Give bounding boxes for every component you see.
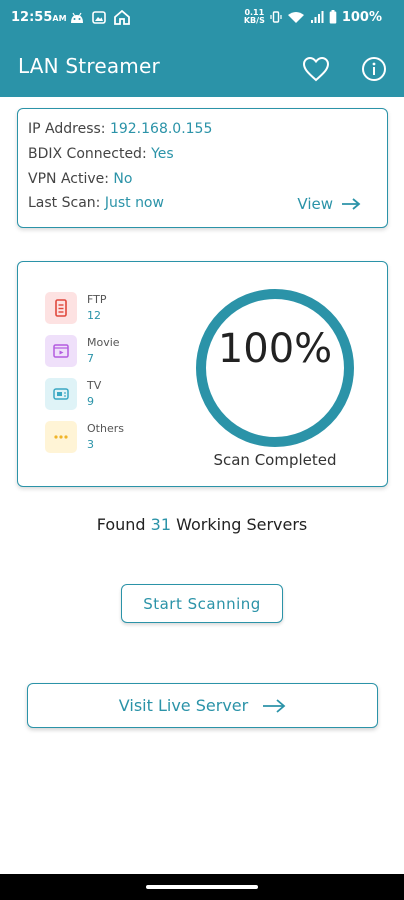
vpn-row: VPN Active: No [28, 171, 132, 187]
network-info-card: IP Address: 192.168.0.155 BDIX Connected… [17, 108, 388, 228]
status-bar: 12:55AM 0.11 KB/S 100% [0, 0, 404, 36]
android-icon [71, 12, 83, 23]
category-name: Others [87, 422, 124, 435]
info-icon[interactable] [361, 56, 387, 82]
system-nav-bar [0, 874, 404, 900]
visit-live-server-label: Visit Live Server [118, 696, 249, 715]
clock-suffix: AM [52, 14, 67, 23]
notification-icons [70, 10, 130, 25]
visit-live-server-button[interactable]: Visit Live Server [27, 683, 378, 728]
app-title: LAN Streamer [18, 54, 160, 78]
status-time: 12:55AM [11, 10, 67, 25]
last-scan-row: Last Scan: Just now [28, 195, 164, 211]
battery-level: 100% [341, 9, 382, 25]
home-gesture-pill[interactable] [146, 885, 258, 889]
vpn-label: VPN Active: [28, 171, 114, 187]
category-count: 3 [87, 438, 94, 451]
view-label: View [297, 195, 333, 213]
category-count: 9 [87, 395, 94, 408]
last-scan-label: Last Scan: [28, 195, 105, 211]
net-speed-unit: KB/S [243, 16, 265, 25]
signal-icon [310, 10, 324, 23]
vpn-value: No [113, 171, 133, 187]
clock: 12:55 [11, 10, 53, 25]
category-name: TV [87, 379, 102, 392]
battery-icon [329, 10, 337, 24]
scan-progress-percent: 100% [217, 326, 333, 372]
ip-address-label: IP Address: [28, 121, 110, 137]
category-count: 7 [87, 352, 94, 365]
scan-summary-card: FTP 12 Movie 7 TV 9 Others 3 100% Scan Compl… [17, 261, 388, 487]
view-link[interactable]: View [297, 195, 361, 213]
category-name: Movie [87, 336, 120, 349]
ftp-icon [45, 292, 77, 324]
arrow-right-icon [342, 198, 361, 210]
tv-icon [45, 378, 77, 410]
bdix-value: Yes [151, 146, 174, 162]
category-ftp[interactable]: FTP 12 [45, 292, 107, 324]
last-scan-value: Just now [104, 195, 164, 211]
arrow-right-icon [263, 698, 286, 713]
more-icon [45, 421, 77, 453]
category-tv[interactable]: TV 9 [45, 378, 101, 410]
app-header: 12:55AM 0.11 KB/S 100% LAN Streamer [0, 0, 404, 97]
system-icons: 0.11 KB/S 100% [244, 9, 382, 25]
category-others[interactable]: Others 3 [45, 421, 124, 453]
category-movie[interactable]: Movie 7 [45, 335, 120, 367]
net-speed: 0.11 KB/S [244, 9, 265, 25]
home-icon [114, 10, 130, 25]
bdix-row: BDIX Connected: Yes [28, 146, 174, 162]
ip-address-value: 192.168.0.155 [109, 121, 213, 137]
heart-icon[interactable] [302, 56, 330, 82]
scan-status-caption: Scan Completed [213, 451, 337, 469]
vibrate-icon [270, 11, 282, 23]
wifi-icon [287, 11, 304, 23]
found-servers-text: Found 31 Working Servers [0, 515, 404, 534]
category-name: FTP [87, 293, 107, 306]
gallery-icon [92, 11, 106, 24]
start-scanning-button[interactable]: Start Scanning [121, 584, 283, 623]
found-count: 31 [150, 515, 172, 534]
category-count: 12 [87, 309, 101, 322]
found-suffix: Working Servers [171, 515, 308, 534]
movie-icon [45, 335, 77, 367]
bdix-label: BDIX Connected: [28, 146, 152, 162]
found-prefix: Found [96, 515, 151, 534]
ip-address-row: IP Address: 192.168.0.155 [28, 121, 212, 137]
